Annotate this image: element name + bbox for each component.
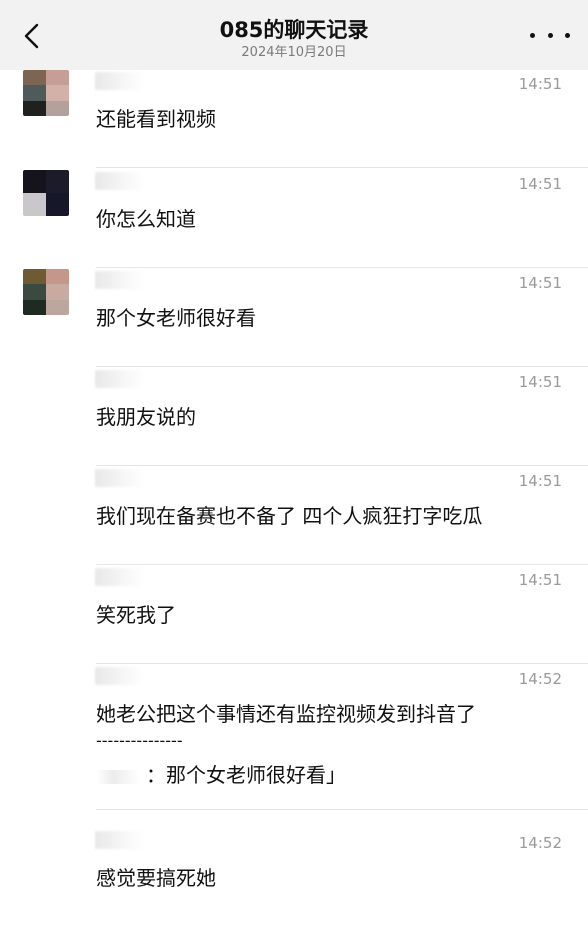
message-text: 笑死我了 (96, 603, 176, 627)
divider (96, 809, 588, 810)
message-item[interactable]: 14:51 笑死我了 (0, 566, 588, 664)
quoted-sender-blurred (96, 769, 140, 784)
divider (96, 564, 588, 565)
message-item[interactable]: 14:51 那个女老师很好看 (0, 269, 588, 367)
message-time: 14:51 (518, 571, 562, 589)
sender-name-blurred (95, 469, 145, 487)
message-item[interactable]: 14:51 我们现在备赛也不备了 四个人疯狂打字吃瓜 (0, 467, 588, 565)
message-time: 14:51 (518, 75, 562, 93)
message-item[interactable]: 14:51 你怎么知道 (0, 170, 588, 268)
divider (96, 167, 588, 168)
quoted-message[interactable]: ：那个女老师很好看」 (96, 759, 346, 788)
divider (96, 267, 588, 268)
message-item[interactable]: 14:51 我朋友说的 (0, 368, 588, 466)
page-title: 085的聊天记录 (219, 18, 369, 42)
avatar[interactable] (23, 70, 69, 116)
sender-name-blurred (95, 568, 145, 586)
quoted-text: ：那个女老师很好看」 (146, 763, 346, 787)
sender-name-blurred (95, 370, 145, 388)
divider (96, 465, 588, 466)
sender-name-blurred (95, 172, 145, 190)
message-time: 14:51 (518, 274, 562, 292)
sender-name-blurred (95, 831, 145, 849)
sender-name-blurred (95, 271, 145, 289)
message-time: 14:51 (518, 472, 562, 490)
message-time: 14:51 (518, 373, 562, 391)
divider (96, 366, 588, 367)
avatar[interactable] (23, 170, 69, 216)
message-time: 14:52 (518, 834, 562, 852)
message-text: 她老公把这个事情还有监控视频发到抖音了 (96, 702, 476, 726)
more-button[interactable] (530, 20, 570, 50)
divider (96, 663, 588, 664)
message-time: 14:52 (518, 670, 562, 688)
header-bar: 085的聊天记录 2024年10月20日 (0, 0, 588, 70)
message-item[interactable]: 14:51 还能看到视频 (0, 70, 588, 168)
avatar[interactable] (23, 269, 69, 315)
message-text: 你怎么知道 (96, 207, 196, 231)
message-text: 感觉要搞死她 (96, 866, 216, 890)
message-text: 我朋友说的 (96, 405, 196, 429)
message-text: 那个女老师很好看 (96, 306, 256, 330)
page-date: 2024年10月20日 (241, 45, 347, 60)
message-text: 还能看到视频 (96, 107, 216, 131)
sender-name-blurred (95, 72, 145, 90)
message-time: 14:51 (518, 175, 562, 193)
message-item[interactable]: 14:52 她老公把这个事情还有监控视频发到抖音了 --------------… (0, 665, 588, 810)
message-item[interactable]: 14:52 感觉要搞死她 (0, 829, 588, 927)
sender-name-blurred (95, 667, 145, 685)
ellipsis-icon (530, 32, 535, 38)
message-text: 我们现在备赛也不备了 四个人疯狂打字吃瓜 (96, 504, 483, 528)
quote-separator: --------------- (96, 731, 183, 750)
